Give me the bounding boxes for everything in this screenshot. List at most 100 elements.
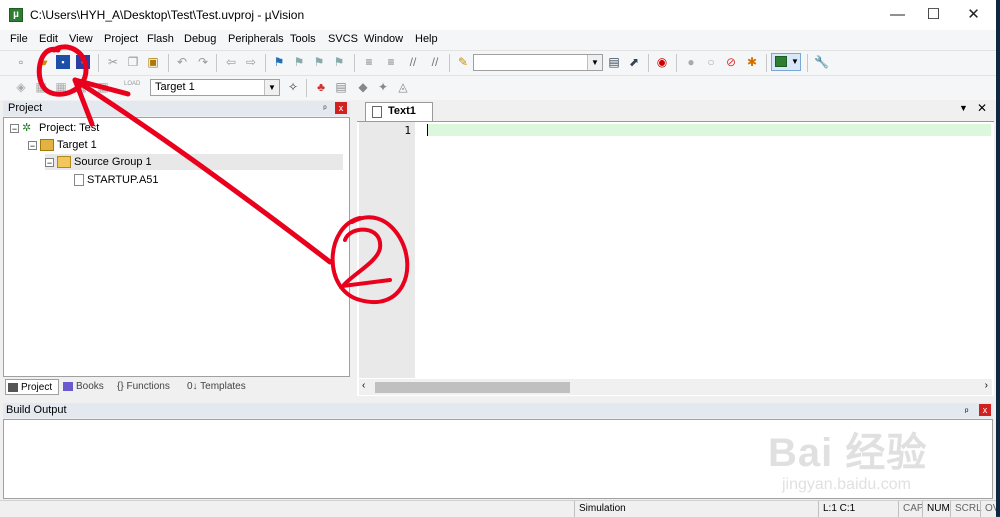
nav-back-icon[interactable]: ⇦: [224, 55, 238, 69]
scroll-left-icon[interactable]: ‹: [362, 380, 365, 391]
unindent-icon[interactable]: ≡: [384, 55, 398, 69]
cut-icon[interactable]: ✂: [106, 55, 120, 69]
uvision-app-icon: µ: [9, 8, 23, 22]
panel-close-icon[interactable]: x: [335, 102, 347, 114]
download-icon[interactable]: LOAD: [124, 80, 140, 94]
desktop-background: [996, 0, 1000, 516]
project-icon: ✲: [22, 122, 32, 135]
tab-templates[interactable]: 0↓ Templates: [185, 379, 255, 395]
collapse-icon[interactable]: −: [28, 140, 37, 150]
redo-icon[interactable]: ↷: [196, 55, 210, 69]
batch-build-icon[interactable]: ▦: [74, 80, 88, 94]
tree-node-file[interactable]: STARTUP.A51: [74, 172, 159, 188]
scrollbar-thumb[interactable]: [375, 382, 570, 393]
tree-node-label: STARTUP.A51: [87, 174, 159, 186]
menu-file[interactable]: File: [10, 33, 28, 45]
incremental-find-icon[interactable]: ⬈: [627, 55, 641, 69]
nav-forward-icon[interactable]: ⇨: [244, 55, 258, 69]
minimize-button[interactable]: —: [880, 0, 915, 30]
manage-books-icon[interactable]: ▤: [334, 80, 348, 94]
close-button[interactable]: ✕: [956, 0, 991, 30]
tab-menu-icon[interactable]: ▼: [959, 103, 968, 113]
enable-breakpoint-icon[interactable]: ○: [704, 55, 718, 69]
project-panel-title-text: Project: [8, 102, 43, 114]
new-file-icon[interactable]: ▫: [14, 55, 28, 69]
build-output-area[interactable]: [3, 419, 993, 499]
collapse-icon[interactable]: −: [10, 123, 19, 133]
undo-icon[interactable]: ↶: [175, 55, 189, 69]
menu-peripherals[interactable]: Peripherals: [228, 33, 284, 45]
find-icon[interactable]: ▤: [607, 55, 621, 69]
target-options-icon[interactable]: ✧: [286, 80, 300, 94]
find-in-files-icon[interactable]: ✎: [456, 55, 470, 69]
menu-view[interactable]: View: [69, 33, 93, 45]
menu-edit[interactable]: Edit: [39, 33, 58, 45]
indent-icon[interactable]: ≡: [362, 55, 376, 69]
debug-session-icon[interactable]: ◉: [655, 55, 669, 69]
target-select[interactable]: Target 1 ▼: [150, 79, 280, 96]
tree-node-source-group[interactable]: − Source Group 1: [45, 154, 343, 170]
select-pack-icon[interactable]: ◆: [356, 80, 370, 94]
comment-icon[interactable]: //: [406, 55, 420, 69]
menu-flash[interactable]: Flash: [147, 33, 174, 45]
window-title: C:\Users\HYH_A\Desktop\Test\Test.uvproj …: [30, 8, 305, 22]
tab-text1-label: Text1: [388, 105, 416, 117]
menu-window[interactable]: Window: [364, 33, 403, 45]
paste-icon[interactable]: ▣: [146, 55, 160, 69]
document-icon: [372, 106, 382, 118]
project-panel-tabs: Project Books {} Functions 0↓ Templates: [3, 378, 350, 396]
build-icon[interactable]: ▦: [34, 80, 48, 94]
chevron-down-icon[interactable]: ▼: [264, 80, 279, 95]
tree-node-target[interactable]: − Target 1: [28, 137, 97, 153]
pack-installer-icon[interactable]: ◬: [396, 80, 410, 94]
chevron-down-icon[interactable]: ▼: [587, 55, 602, 70]
bookmark-next-icon[interactable]: ⚑: [312, 55, 326, 69]
menu-help[interactable]: Help: [415, 33, 438, 45]
pin-icon[interactable]: ᵖ: [319, 102, 331, 114]
disable-breakpoints-icon[interactable]: ⊘: [724, 55, 738, 69]
build-output-title-text: Build Output: [6, 404, 67, 416]
copy-icon[interactable]: ❐: [126, 55, 140, 69]
stop-build-icon[interactable]: ▦: [96, 80, 110, 94]
bookmark-clear-icon[interactable]: ⚑: [332, 55, 346, 69]
tab-label: 0↓ Templates: [187, 381, 246, 392]
bookmark-prev-icon[interactable]: ⚑: [292, 55, 306, 69]
current-line-highlight[interactable]: [427, 124, 991, 136]
uncomment-icon[interactable]: //: [428, 55, 442, 69]
panel-close-icon[interactable]: x: [979, 404, 991, 416]
tab-books[interactable]: Books: [61, 379, 113, 395]
menu-svcs[interactable]: SVCS: [328, 33, 358, 45]
menu-debug[interactable]: Debug: [184, 33, 216, 45]
manage-project-icon[interactable]: ♣: [314, 80, 328, 94]
kill-breakpoints-icon[interactable]: ✱: [745, 55, 759, 69]
menu-tools[interactable]: Tools: [290, 33, 316, 45]
insert-breakpoint-icon[interactable]: ●: [684, 55, 698, 69]
tab-project[interactable]: Project: [5, 379, 59, 395]
scroll-right-icon[interactable]: ›: [985, 380, 988, 391]
menu-project[interactable]: Project: [104, 33, 138, 45]
find-combo[interactable]: ▼: [473, 54, 603, 71]
save-all-icon[interactable]: ▪: [76, 55, 90, 69]
rebuild-icon[interactable]: ▦: [54, 80, 68, 94]
tree-node-project[interactable]: − ✲ Project: Test: [10, 120, 99, 136]
open-file-icon[interactable]: ▰: [36, 55, 50, 69]
configure-icon[interactable]: 🔧: [814, 55, 829, 69]
collapse-icon[interactable]: −: [45, 157, 54, 167]
translate-icon[interactable]: ◈: [14, 80, 28, 94]
editor-horizontal-scrollbar[interactable]: ‹ ›: [359, 379, 992, 395]
window-layout-button[interactable]: ▼: [771, 53, 801, 71]
pin-icon[interactable]: ᵖ: [965, 404, 968, 419]
tab-close-icon[interactable]: ✕: [977, 101, 987, 115]
project-tab-icon: [8, 382, 18, 392]
save-icon[interactable]: ▪: [56, 55, 70, 69]
tab-functions[interactable]: {} Functions: [115, 379, 183, 395]
tab-text1[interactable]: Text1: [365, 102, 433, 121]
maximize-button[interactable]: ☐: [916, 0, 951, 30]
file-icon: [74, 174, 84, 187]
editor-panel: Text1 ▼ ✕ 1 ‹ ›: [357, 100, 994, 396]
manage-rte-icon[interactable]: ✦: [376, 80, 390, 94]
status-position: L:1 C:1: [818, 501, 898, 517]
menu-bar: File Edit View Project Flash Debug Perip…: [0, 30, 996, 50]
bookmark-icon[interactable]: ⚑: [272, 55, 286, 69]
window-icon: [775, 56, 787, 67]
